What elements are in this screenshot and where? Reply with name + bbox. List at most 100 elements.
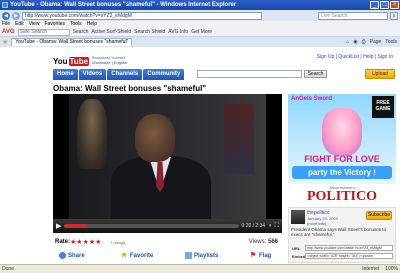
page-menu[interactable]: Page	[370, 39, 382, 45]
youtube-nav: Home Videos Channels Community	[53, 69, 185, 80]
locale-links[interactable]: Worldwide | English	[92, 60, 127, 65]
lamp-shape	[77, 99, 107, 169]
tools-menu[interactable]: Tools	[385, 39, 397, 45]
menu-file[interactable]: File	[2, 21, 10, 28]
flag-label: Flag	[259, 252, 272, 259]
page-content: You Tube Broadcast Yourself Worldwide | …	[0, 47, 400, 264]
nav-home[interactable]: Home	[53, 69, 78, 80]
status-zone: Internet 100%	[362, 266, 398, 272]
close-button[interactable]: ×	[390, 1, 399, 9]
menu-tools[interactable]: Tools	[70, 21, 82, 28]
playlists-button[interactable]: Playlists	[185, 252, 218, 259]
menu-favorites[interactable]: Favorites	[44, 21, 65, 28]
favorites-star-icon[interactable]: ★	[2, 39, 8, 46]
share-icon	[59, 252, 66, 259]
progress-fill	[64, 224, 88, 228]
print-icon[interactable]: ⎙	[362, 39, 366, 45]
progress-bar[interactable]	[64, 224, 239, 228]
feeds-icon[interactable]: ◉	[353, 39, 357, 45]
avg-surf-shield[interactable]: Active Surf-Shield	[91, 29, 131, 35]
video-actions: Rate: ★★★★★ 7 ratings Views: 566 Share ★…	[53, 237, 282, 263]
rating-stars[interactable]: ★★★★★	[70, 238, 101, 246]
favorite-button[interactable]: ★ Favorite	[121, 252, 153, 259]
views-label: Views:	[248, 239, 267, 245]
window-titlebar: YouTube - Obama: Wall Street bonuses "sh…	[0, 0, 400, 10]
playlists-icon	[185, 252, 192, 259]
politico-logo[interactable]: POLITICO	[288, 189, 396, 205]
account-links[interactable]: Sign Up | QuickList | Help | Sign In	[317, 54, 393, 60]
game-advertisement[interactable]: AnGels Sword FREE GAME FIGHT FOR LOVE pa…	[288, 94, 396, 184]
maximize-button[interactable]: □	[380, 1, 389, 9]
flag-icon: ⚑	[250, 252, 257, 259]
ratings-count: 7 ratings	[110, 240, 126, 245]
ad-free-game: FREE GAME	[372, 96, 394, 118]
time-readout: 0:20 / 2:34	[241, 223, 266, 229]
views-value: 566	[267, 239, 278, 245]
upload-button[interactable]: Upload	[365, 69, 395, 79]
share-button[interactable]: Share	[59, 252, 85, 259]
url-field[interactable]: http://www.youtube.com/watch?v=sYZ3_eMdg…	[305, 245, 393, 251]
avg-toolbar: AVG Safe Search Search Active Surf-Shiel…	[0, 28, 400, 37]
play-icon[interactable]: ▶	[56, 222, 61, 230]
internet-zone: Internet	[362, 266, 380, 272]
flag-button[interactable]: ⚑ Flag	[250, 252, 271, 259]
player-controls: ▶ 0:20 / 2:34 ◖ ⛶	[53, 219, 282, 233]
menu-view[interactable]: View	[29, 21, 40, 28]
menu-help[interactable]: Help	[87, 21, 97, 28]
status-text: Done	[2, 266, 14, 272]
ad-game-title: AnGels Sword	[291, 96, 333, 102]
tab-youtube[interactable]: YouTube - Obama: Wall Street bonuses "sh…	[11, 38, 133, 46]
command-bar: ⌂ ◉ ⎙ Page Tools	[346, 39, 400, 45]
menu-bar: File Edit View Favorites Tools Help	[0, 21, 400, 28]
favorite-icon: ★	[121, 252, 128, 259]
avg-get-more[interactable]: Get More	[191, 29, 212, 35]
nav-videos[interactable]: Videos	[78, 69, 107, 80]
ad-character-image	[322, 108, 362, 156]
channel-info-box: thepolitico January 29, 2009 (more info)…	[288, 207, 396, 263]
tab-row: ★ YouTube - Obama: Wall Street bonuses "…	[0, 37, 400, 47]
head-shape	[135, 114, 175, 162]
video-title: Obama: Wall Street bonuses "shameful"	[53, 84, 207, 93]
avg-search-shield[interactable]: Search Shield	[134, 29, 165, 35]
avg-info[interactable]: AVG Info	[168, 29, 188, 35]
share-label: Share	[68, 252, 85, 259]
ie-app-icon	[2, 2, 8, 8]
flag-shape	[224, 104, 254, 174]
fullscreen-icon[interactable]: ⛶	[275, 223, 279, 230]
youtube-search-button[interactable]: Search	[304, 70, 327, 78]
live-search-input[interactable]: Live Search	[318, 11, 388, 20]
ad-fight-for-love: FIGHT FOR LOVE	[304, 154, 380, 164]
home-icon[interactable]: ⌂	[346, 39, 349, 45]
address-row: ◀ ▶ http://www.youtube.com/watch?v=sYZ3_…	[0, 10, 400, 21]
embed-field[interactable]: <object width="425" height="344"><param	[305, 253, 393, 259]
status-bar: Done Internet 100%	[0, 264, 400, 273]
more-info-link[interactable]: (more info)	[307, 221, 326, 226]
forward-button[interactable]: ▶	[12, 11, 20, 20]
video-description: President Obama says Wall Street's bonus…	[291, 227, 386, 237]
search-icon[interactable]: ⌕	[390, 11, 398, 20]
subscribe-button[interactable]: Subscribe	[366, 211, 392, 220]
avg-search-input[interactable]: Safe Search	[17, 28, 70, 36]
zoom-level[interactable]: 100%	[385, 266, 398, 272]
video-player[interactable]: ▶ 0:20 / 2:34 ◖ ⛶	[53, 94, 282, 233]
nav-channels[interactable]: Channels	[107, 69, 143, 80]
avg-logo[interactable]: AVG	[2, 29, 15, 35]
back-button[interactable]: ◀	[2, 11, 10, 20]
logo-tube: Tube	[68, 57, 90, 66]
rate-label: Rate:	[55, 239, 71, 245]
window-title: YouTube - Obama: Wall Street bonuses "sh…	[10, 2, 237, 8]
ad-party-banner: party the Victory !	[292, 166, 392, 179]
embed-label: Embed	[292, 254, 306, 259]
menu-edit[interactable]: Edit	[15, 21, 24, 28]
views-count: Views: 566	[249, 239, 278, 245]
nav-community[interactable]: Community	[143, 69, 185, 80]
volume-icon[interactable]: ◖	[268, 223, 272, 229]
youtube-logo[interactable]: You Tube	[53, 54, 91, 69]
avg-search-button[interactable]: Search	[73, 29, 89, 35]
playlists-label: Playlists	[194, 252, 219, 259]
channel-avatar[interactable]	[291, 210, 305, 224]
minimize-button[interactable]: _	[370, 1, 379, 9]
address-input[interactable]: http://www.youtube.com/watch?v=sYZ3_eMdg…	[22, 11, 262, 20]
favorite-label: Favorite	[130, 252, 154, 259]
youtube-search-input[interactable]	[197, 70, 302, 78]
